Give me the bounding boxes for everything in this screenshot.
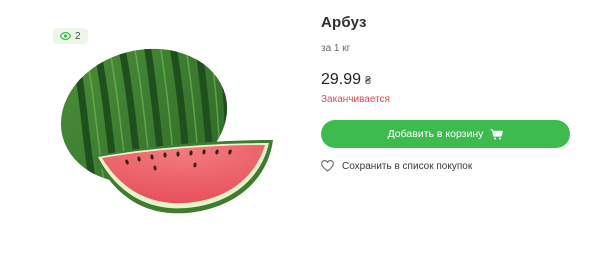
price-unit: за 1 кг	[321, 43, 351, 54]
watermelon-image	[55, 40, 280, 219]
product-card: 2 Арбуз за 1 кг 29.99 ₴ Заканчивается До…	[0, 0, 600, 254]
views-count: 2	[75, 30, 81, 42]
eye-icon	[59, 31, 72, 41]
product-title: Арбуз	[321, 14, 367, 31]
currency-symbol: ₴	[365, 75, 372, 87]
save-to-list-label: Сохранить в список покупок	[342, 160, 473, 172]
views-badge: 2	[53, 28, 88, 44]
add-to-cart-label: Добавить в корзину	[387, 128, 484, 140]
save-to-list-button[interactable]: Сохранить в список покупок	[321, 160, 576, 172]
product-info: Арбуз за 1 кг 29.99 ₴ Заканчивается Доба…	[321, 14, 576, 172]
add-to-cart-button[interactable]: Добавить в корзину	[321, 120, 570, 148]
stock-status: Заканчивается	[321, 94, 390, 105]
cart-icon	[490, 128, 504, 140]
heart-icon	[321, 160, 334, 172]
price: 29.99 ₴	[321, 71, 576, 91]
price-value: 29.99	[321, 71, 362, 88]
